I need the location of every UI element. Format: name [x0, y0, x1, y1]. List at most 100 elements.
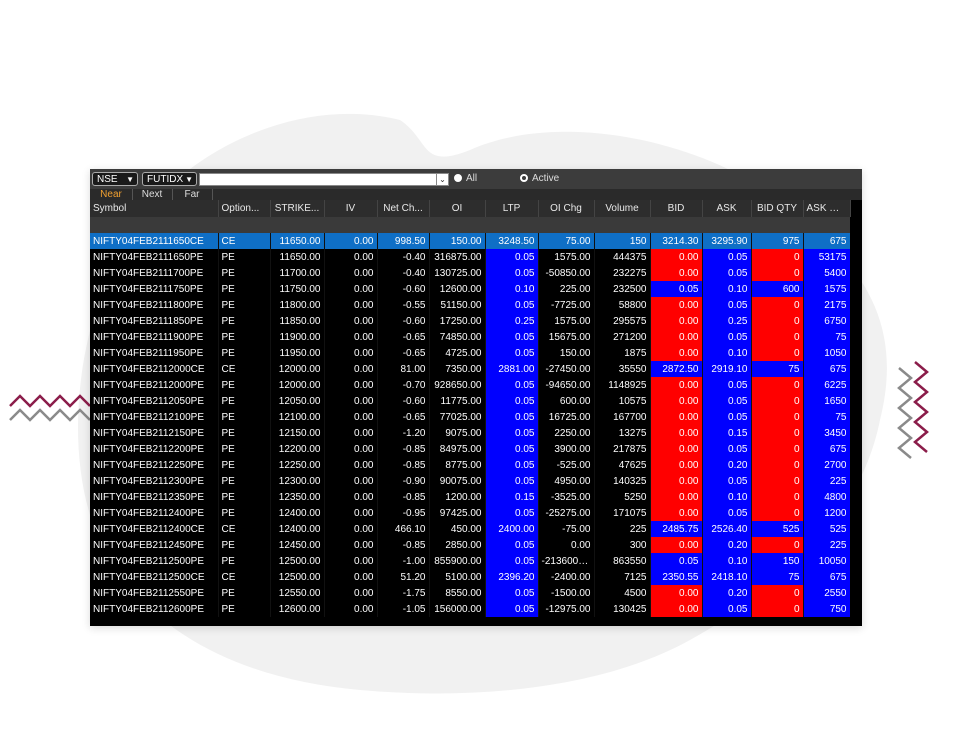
- table-cell: 11800.00: [270, 297, 325, 313]
- table-cell: 0.00: [324, 473, 378, 489]
- table-cell: 2850.00: [429, 537, 486, 553]
- table-cell: 167700: [594, 409, 651, 425]
- table-row[interactable]: NIFTY04FEB2111750PE PE 11750.00 0.00 -0.60 12…: [90, 281, 851, 297]
- table-cell: 1050: [803, 345, 851, 361]
- table-cell: 6225: [803, 377, 851, 393]
- table-cell: -0.55: [377, 297, 430, 313]
- tab-near[interactable]: Near: [90, 189, 133, 200]
- table-cell: 3295.90: [702, 233, 752, 249]
- table-row[interactable]: NIFTY04FEB2112500PE PE 12500.00 0.00 -1.00 85…: [90, 553, 851, 569]
- column-header[interactable]: Option...: [218, 200, 271, 217]
- table-cell: 300: [594, 537, 651, 553]
- table-row[interactable]: NIFTY04FEB2111650CE CE 11650.00 0.00 998.50 1…: [90, 233, 851, 249]
- column-header[interactable]: BID: [650, 200, 703, 217]
- table-row[interactable]: NIFTY04FEB2112000CE CE 12000.00 0.00 81.00 73…: [90, 361, 851, 377]
- table-cell: 171075: [594, 505, 651, 521]
- table-cell: PE: [218, 409, 271, 425]
- table-cell: NIFTY04FEB2112500PE: [90, 553, 219, 569]
- table-row[interactable]: NIFTY04FEB2112600PE PE 12600.00 0.00 -1.05 15…: [90, 601, 851, 617]
- table-cell: 0.00: [650, 297, 703, 313]
- tab-next[interactable]: Next: [132, 189, 173, 200]
- toolbar: NSE ▼ FUTIDX ▼ ⌄ All Active: [90, 169, 862, 189]
- table-row[interactable]: NIFTY04FEB2112350PE PE 12350.00 0.00 -0.85 12…: [90, 489, 851, 505]
- table-cell: 77025.00: [429, 409, 486, 425]
- column-header[interactable]: BID QTY: [751, 200, 804, 217]
- table-row[interactable]: NIFTY04FEB2112250PE PE 12250.00 0.00 -0.85 87…: [90, 457, 851, 473]
- table-cell: PE: [218, 585, 271, 601]
- column-header[interactable]: STRIKE...: [270, 200, 325, 217]
- table-cell: 0.10: [702, 345, 752, 361]
- column-header[interactable]: OI: [429, 200, 486, 217]
- table-row[interactable]: NIFTY04FEB2111900PE PE 11900.00 0.00 -0.65 74…: [90, 329, 851, 345]
- table-cell: 75: [803, 409, 851, 425]
- vertical-scrollbar[interactable]: [850, 217, 862, 626]
- table-cell: 58800: [594, 297, 651, 313]
- table-cell: 0.05: [485, 473, 539, 489]
- table-cell: 0: [751, 441, 804, 457]
- column-header[interactable]: OI Chg: [538, 200, 595, 217]
- table-cell: PE: [218, 345, 271, 361]
- table-cell: 0.00: [650, 457, 703, 473]
- table-cell: PE: [218, 249, 271, 265]
- table-row[interactable]: NIFTY04FEB2111650PE PE 11650.00 0.00 -0.40 31…: [90, 249, 851, 265]
- table-row[interactable]: NIFTY04FEB2112300PE PE 12300.00 0.00 -0.90 90…: [90, 473, 851, 489]
- tab-far[interactable]: Far: [172, 189, 213, 200]
- table-cell: NIFTY04FEB2111650PE: [90, 249, 219, 265]
- table-cell: 450.00: [429, 521, 486, 537]
- table-row[interactable]: NIFTY04FEB2112050PE PE 12050.00 0.00 -0.60 11…: [90, 393, 851, 409]
- table-cell: 0: [751, 505, 804, 521]
- table-row[interactable]: NIFTY04FEB2112450PE PE 12450.00 0.00 -0.85 28…: [90, 537, 851, 553]
- column-header[interactable]: Net Ch...: [377, 200, 430, 217]
- column-header[interactable]: Volume: [594, 200, 651, 217]
- column-header[interactable]: Symbol: [90, 200, 219, 217]
- table-row[interactable]: NIFTY04FEB2112100PE PE 12100.00 0.00 -0.65 77…: [90, 409, 851, 425]
- table-row[interactable]: NIFTY04FEB2112400PE PE 12400.00 0.00 -0.95 97…: [90, 505, 851, 521]
- table-cell: 150.00: [538, 345, 595, 361]
- table-cell: 0: [751, 425, 804, 441]
- table-cell: 271200: [594, 329, 651, 345]
- table-cell: 2350.55: [650, 569, 703, 585]
- zigzag-left-icon: [9, 394, 91, 422]
- table-row[interactable]: NIFTY04FEB2111800PE PE 11800.00 0.00 -0.55 51…: [90, 297, 851, 313]
- table-row[interactable]: NIFTY04FEB2111950PE PE 11950.00 0.00 -0.65 47…: [90, 345, 851, 361]
- table-row[interactable]: NIFTY04FEB2112400CE CE 12400.00 0.00 466.10 4…: [90, 521, 851, 537]
- table-cell: -0.60: [377, 313, 430, 329]
- table-row[interactable]: NIFTY04FEB2112000PE PE 12000.00 0.00 -0.70 92…: [90, 377, 851, 393]
- table-cell: 0.20: [702, 457, 752, 473]
- table-cell: -0.65: [377, 329, 430, 345]
- table-cell: 295575: [594, 313, 651, 329]
- table-cell: 13275: [594, 425, 651, 441]
- table-cell: 2919.10: [702, 361, 752, 377]
- table-row[interactable]: NIFTY04FEB2112200PE PE 12200.00 0.00 -0.85 84…: [90, 441, 851, 457]
- column-header[interactable]: IV: [324, 200, 378, 217]
- table-cell: -3525.00: [538, 489, 595, 505]
- table-cell: 0.05: [702, 601, 752, 617]
- table-cell: 2881.00: [485, 361, 539, 377]
- table-cell: 0.05: [702, 393, 752, 409]
- column-header[interactable]: LTP: [485, 200, 539, 217]
- table-row[interactable]: NIFTY04FEB2112150PE PE 12150.00 0.00 -1.20 90…: [90, 425, 851, 441]
- instrument-dropdown[interactable]: FUTIDX ▼: [142, 172, 197, 186]
- table-gap-row: [90, 217, 850, 233]
- table-row[interactable]: NIFTY04FEB2112550PE PE 12550.00 0.00 -1.75 85…: [90, 585, 851, 601]
- table-cell: 4725.00: [429, 345, 486, 361]
- table-cell: 0.15: [702, 425, 752, 441]
- table-cell: PE: [218, 537, 271, 553]
- table-row[interactable]: NIFTY04FEB2112500CE CE 12500.00 0.00 51.20 51…: [90, 569, 851, 585]
- column-header[interactable]: ASK QTY: [803, 200, 851, 217]
- radio-active[interactable]: Active: [520, 173, 559, 185]
- column-header[interactable]: ASK: [702, 200, 752, 217]
- table-row[interactable]: NIFTY04FEB2111700PE PE 11700.00 0.00 -0.40 13…: [90, 265, 851, 281]
- table-cell: 0.00: [650, 249, 703, 265]
- table-cell: 217875: [594, 441, 651, 457]
- table-cell: 0.00: [650, 393, 703, 409]
- table-cell: 0.00: [324, 425, 378, 441]
- exchange-dropdown[interactable]: NSE ▼: [92, 172, 138, 186]
- table-cell: 35550: [594, 361, 651, 377]
- radio-all[interactable]: All: [454, 173, 477, 185]
- table-row[interactable]: NIFTY04FEB2111850PE PE 11850.00 0.00 -0.60 17…: [90, 313, 851, 329]
- table-cell: 928650.00: [429, 377, 486, 393]
- table-cell: 1200.00: [429, 489, 486, 505]
- chevron-down-icon[interactable]: ⌄: [436, 174, 448, 185]
- symbol-search-input[interactable]: ⌄: [199, 173, 449, 186]
